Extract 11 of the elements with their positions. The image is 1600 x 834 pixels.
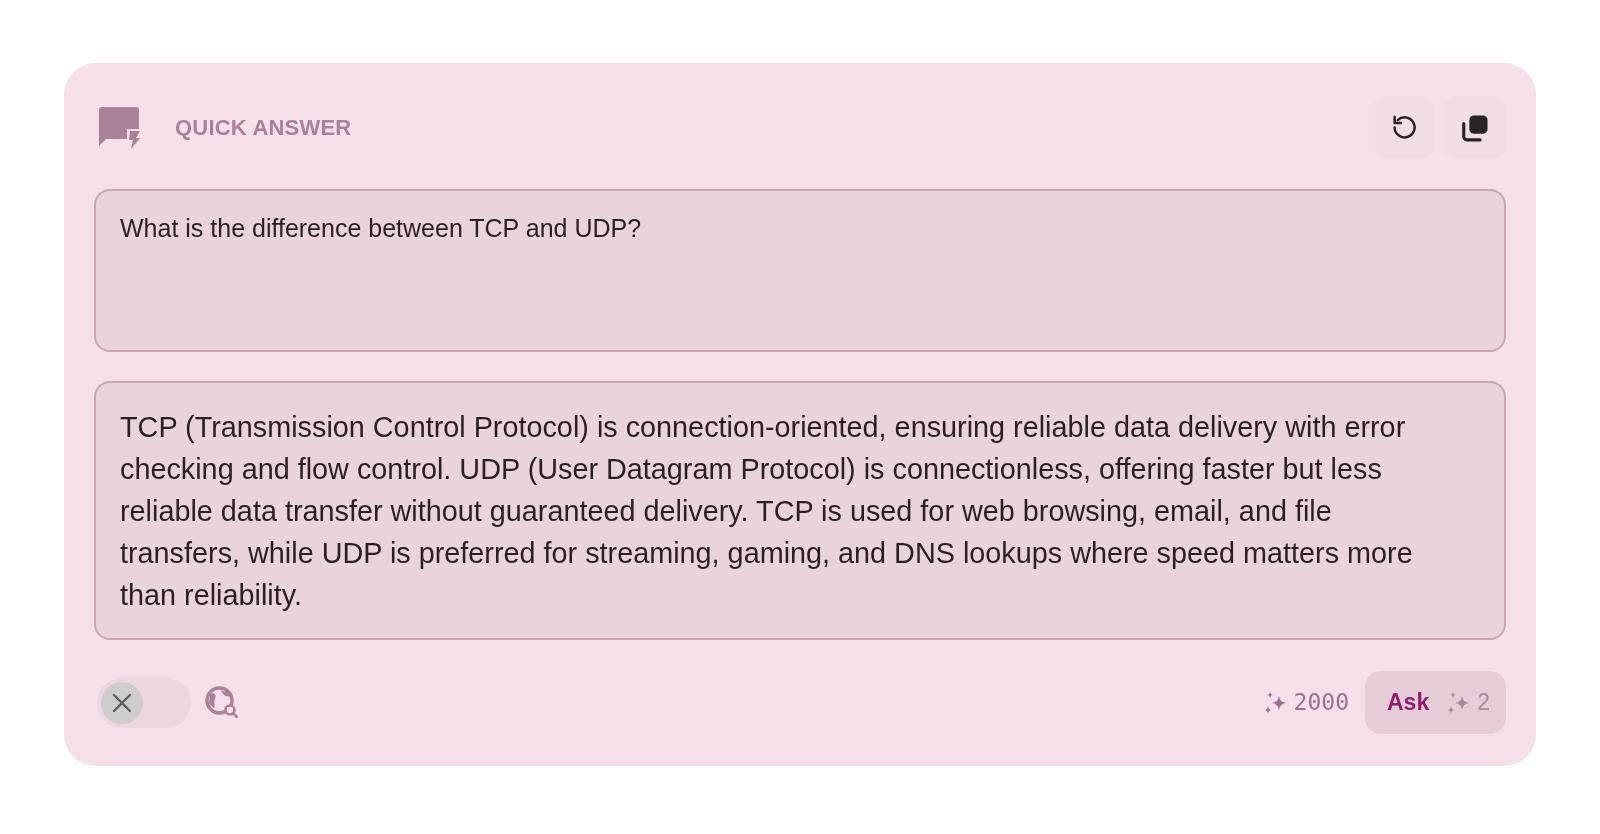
panel-title: QUICK ANSWER xyxy=(175,114,352,142)
ask-button[interactable]: Ask 2 xyxy=(1365,671,1506,734)
chat-bolt-icon xyxy=(99,106,141,149)
credits-count: 2000 xyxy=(1293,688,1349,718)
copy-button[interactable] xyxy=(1443,96,1506,159)
x-knob-icon xyxy=(101,681,143,724)
question-field[interactable]: What is the difference between TCP and UDP? xyxy=(94,189,1506,352)
globe-search-icon xyxy=(205,686,238,719)
answer-text: TCP (Transmission Control Protocol) is connection-oriented, ensuring reliable data delivery with error checking and flow control. UDP (User Datagram Protocol) is connectionless, offering faster but less reliable data transfer without guaranteed delivery. TCP is used for web browsing, email, and file transfers, while UDP is preferred for streaming, gaming, and DNS lookups where speed matters more than reliability. xyxy=(120,410,1414,613)
refresh-button[interactable] xyxy=(1372,96,1435,159)
web-search-toggle[interactable] xyxy=(97,677,191,728)
